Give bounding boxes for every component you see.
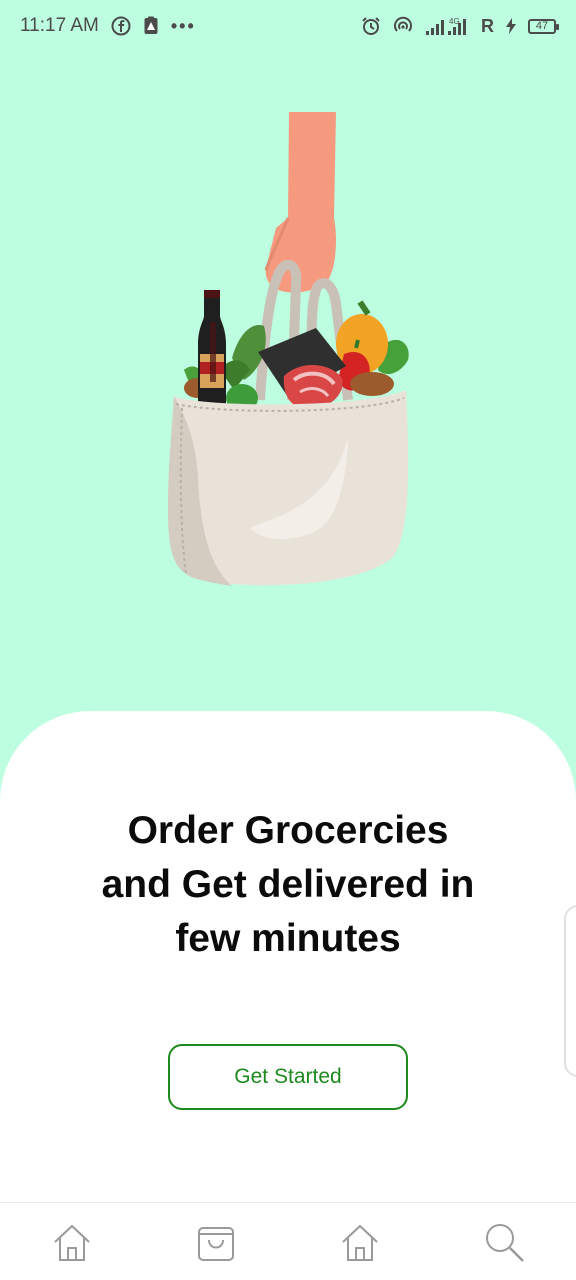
network-gen-label: 4G (449, 17, 460, 26)
nav-home[interactable] (36, 1212, 108, 1272)
battery-indicator: 47 (528, 18, 559, 34)
home-icon (342, 1224, 378, 1261)
home-icon (54, 1224, 90, 1261)
page-title: Order Grocercies and Get delivered in fe… (60, 804, 516, 966)
status-left: 11:17 AM ••• (20, 15, 196, 37)
more-notifications-indicator: ••• (170, 15, 196, 36)
side-panel-handle[interactable] (564, 905, 576, 1077)
signal-icon: 4G (425, 16, 469, 36)
charging-icon (506, 18, 516, 34)
headline-line-3: few minutes (175, 917, 401, 960)
facebook-icon (111, 16, 131, 36)
search-icon (486, 1223, 524, 1262)
alarm-icon (361, 16, 381, 36)
headline-line-2: and Get delivered in (101, 863, 475, 906)
nav-home-2[interactable] (324, 1212, 396, 1272)
grocery-bag-illustration (160, 108, 420, 598)
status-time: 11:17 AM (20, 15, 99, 36)
status-right: 4G R 47 (361, 15, 559, 37)
hotspot-icon (393, 16, 413, 36)
shopping-bag-icon (198, 1226, 234, 1261)
headline-line-1: Order Grocercies (127, 809, 449, 852)
notification-icon (143, 16, 159, 36)
nav-search[interactable] (468, 1212, 540, 1272)
nav-cart[interactable] (180, 1212, 252, 1272)
status-bar: 11:17 AM ••• 4G R 47 (0, 0, 576, 52)
bottom-nav (0, 1202, 576, 1280)
roaming-indicator: R (481, 15, 494, 36)
get-started-button[interactable]: Get Started (168, 1044, 408, 1110)
